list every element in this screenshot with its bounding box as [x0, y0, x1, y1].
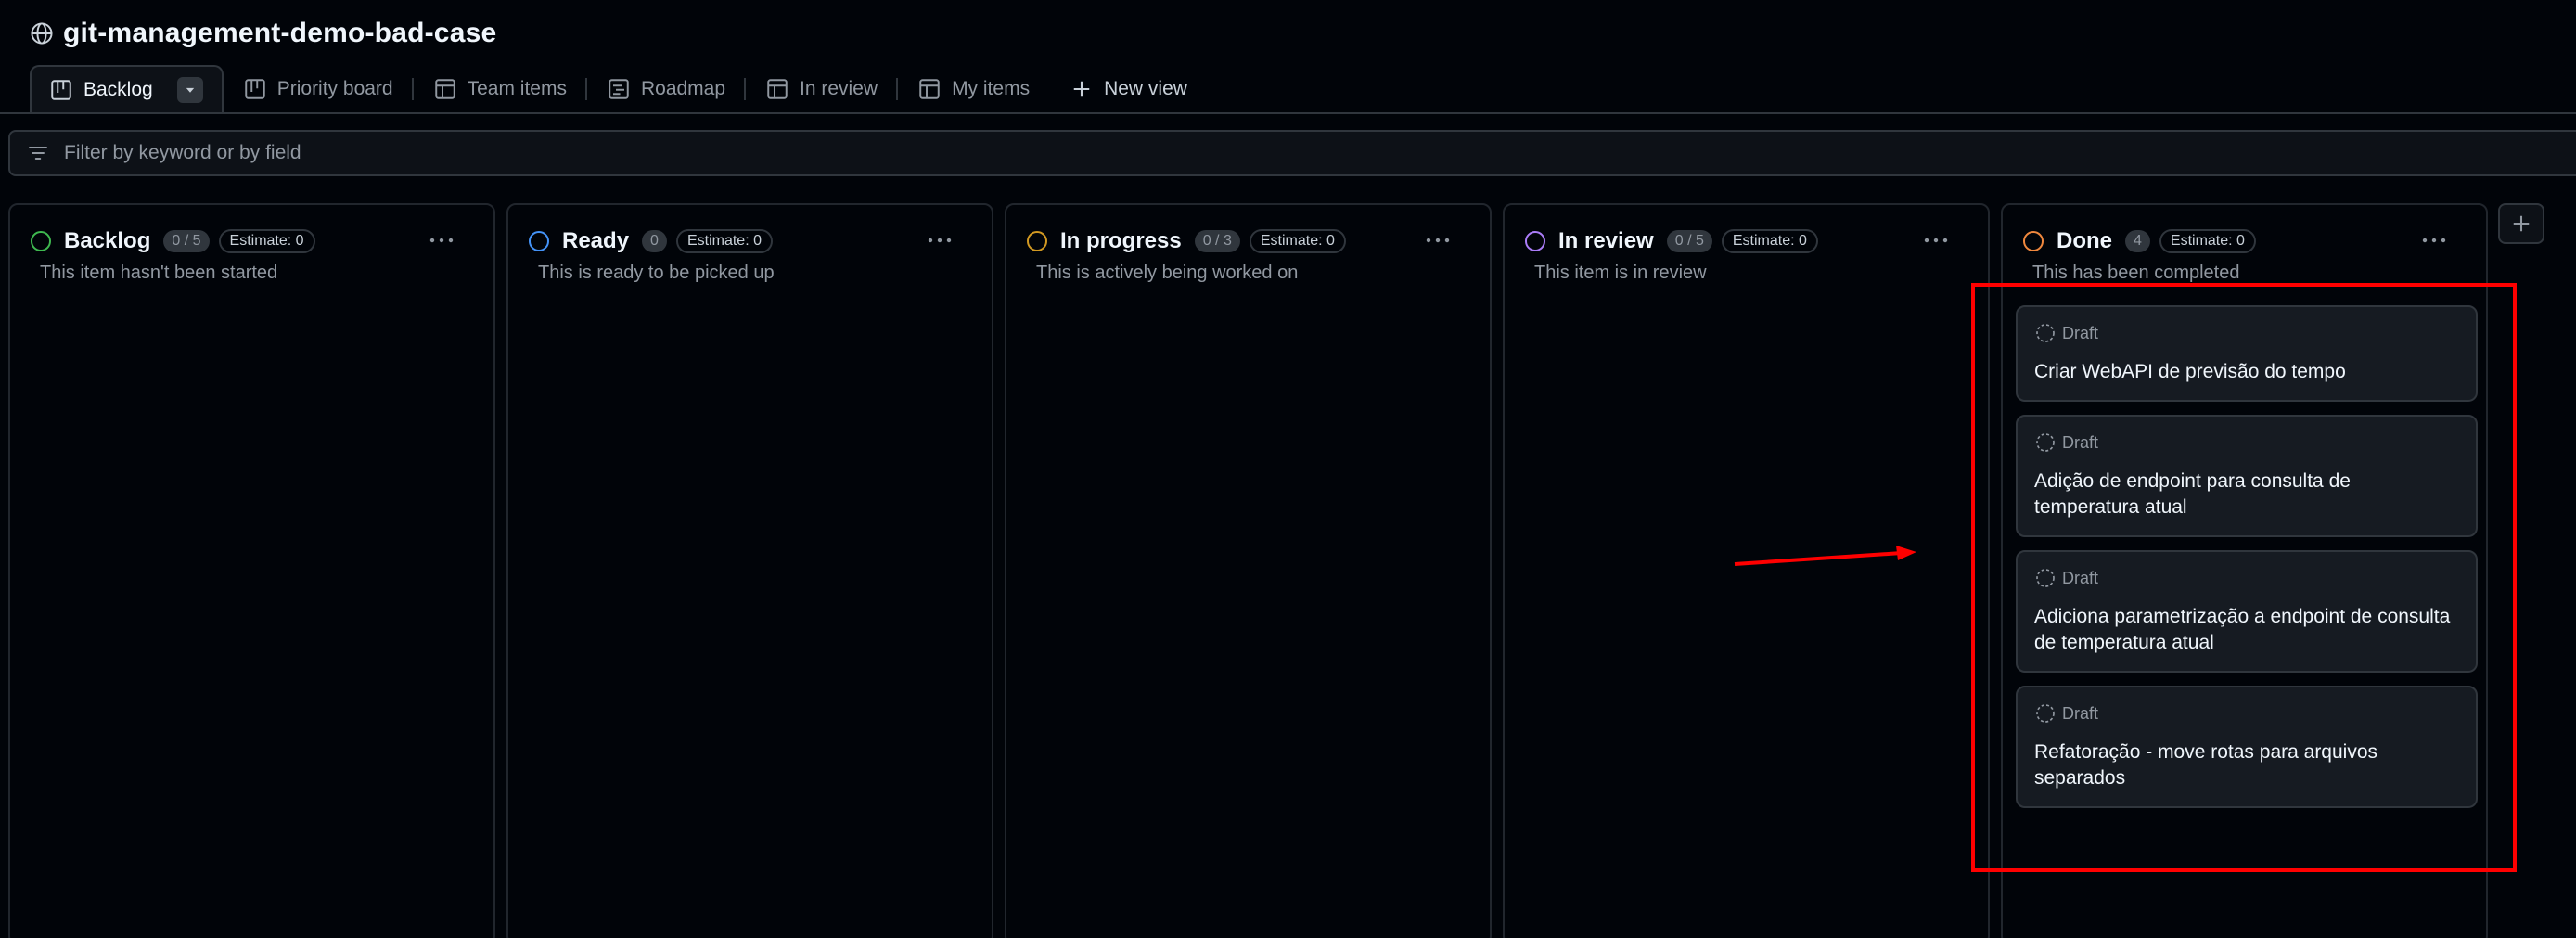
project-title: git-management-demo-bad-case	[63, 18, 497, 48]
column-title: Done	[2057, 228, 2112, 253]
column-header: Backlog 0 / 5 Estimate: 0	[31, 225, 315, 257]
item-count-badge: 0 / 5	[1666, 230, 1712, 252]
board-icon	[244, 79, 265, 99]
column-menu-icon[interactable]	[1425, 231, 1451, 250]
item-count-badge: 4	[2125, 230, 2150, 252]
estimate-badge: Estimate: 0	[675, 229, 773, 253]
status-circle-icon	[1027, 231, 1047, 251]
item-count-badge: 0 / 3	[1194, 230, 1240, 252]
project-header: git-management-demo-bad-case Backlog Pri…	[0, 0, 2576, 114]
column-menu-icon[interactable]	[927, 231, 953, 250]
estimate-badge: Estimate: 0	[1721, 229, 1818, 253]
tab-roadmap[interactable]: Roadmap	[587, 65, 747, 113]
column-description: This item is in review	[1534, 263, 1707, 283]
column-description: This is ready to be picked up	[538, 263, 775, 283]
tab-label: Priority board	[276, 78, 393, 99]
column-title: Ready	[562, 228, 630, 253]
status-circle-icon	[2023, 231, 2044, 251]
tab-backlog[interactable]: Backlog	[30, 65, 224, 113]
table-icon	[767, 79, 788, 99]
plus-icon	[1073, 81, 1090, 97]
tab-label: In review	[800, 78, 878, 99]
globe-icon	[31, 22, 53, 45]
roadmap-icon	[609, 79, 629, 99]
column-header: In review 0 / 5 Estimate: 0	[1525, 225, 1818, 257]
status-circle-icon	[1525, 231, 1545, 251]
tab-team-items[interactable]: Team items	[414, 65, 587, 113]
filter-icon	[29, 147, 47, 160]
column-header: In progress 0 / 3 Estimate: 0	[1027, 225, 1346, 257]
new-view-button[interactable]: New view	[1050, 65, 1208, 113]
column-ready: Ready 0 Estimate: 0 This is ready to be …	[506, 203, 993, 938]
column-header: Ready 0 Estimate: 0	[529, 225, 773, 257]
column-menu-icon[interactable]	[2421, 231, 2447, 250]
estimate-badge: Estimate: 0	[218, 229, 315, 253]
triangle-down-icon	[186, 87, 194, 93]
column-title: In progress	[1060, 228, 1182, 253]
view-options-button[interactable]	[176, 77, 203, 103]
tab-label: Roadmap	[640, 78, 726, 99]
tab-label: Backlog	[83, 79, 153, 100]
item-count-badge: 0	[642, 230, 667, 252]
status-circle-icon	[31, 231, 51, 251]
column-menu-icon[interactable]	[1923, 231, 1949, 250]
project-title-row: git-management-demo-bad-case	[30, 15, 496, 52]
tab-my-items[interactable]: My items	[898, 65, 1050, 113]
column-description: This is actively being worked on	[1036, 263, 1299, 283]
status-circle-icon	[529, 231, 549, 251]
estimate-badge: Estimate: 0	[2159, 229, 2256, 253]
filter-bar	[8, 130, 2576, 176]
board-icon	[51, 80, 71, 100]
column-backlog: Backlog 0 / 5 Estimate: 0 This item hasn…	[8, 203, 495, 938]
column-description: This item hasn't been started	[40, 263, 278, 283]
column-title: Backlog	[64, 228, 151, 253]
column-description: This has been completed	[2032, 263, 2240, 283]
header-divider	[0, 112, 2576, 114]
tab-label: My items	[952, 78, 1031, 99]
column-in-progress: In progress 0 / 3 Estimate: 0 This is ac…	[1005, 203, 1492, 938]
annotation-arrow-icon	[1734, 546, 1916, 566]
annotation-highlight-box	[1971, 283, 2517, 872]
item-count-badge: 0 / 5	[163, 230, 210, 252]
filter-input[interactable]	[64, 142, 621, 164]
table-icon	[434, 79, 455, 99]
tab-in-review[interactable]: In review	[746, 65, 899, 113]
column-title: In review	[1558, 228, 1654, 253]
new-view-label: New view	[1104, 78, 1187, 99]
table-icon	[919, 79, 940, 99]
view-tabs: Backlog Priority board Team items Roadma…	[30, 65, 1208, 113]
estimate-badge: Estimate: 0	[1249, 229, 1346, 253]
plus-icon	[2513, 215, 2530, 232]
tab-priority-board[interactable]: Priority board	[224, 65, 414, 113]
add-column-button[interactable]	[2498, 203, 2544, 244]
tab-label: Team items	[467, 78, 567, 99]
column-header: Done 4 Estimate: 0	[2023, 225, 2256, 257]
column-menu-icon[interactable]	[429, 231, 455, 250]
